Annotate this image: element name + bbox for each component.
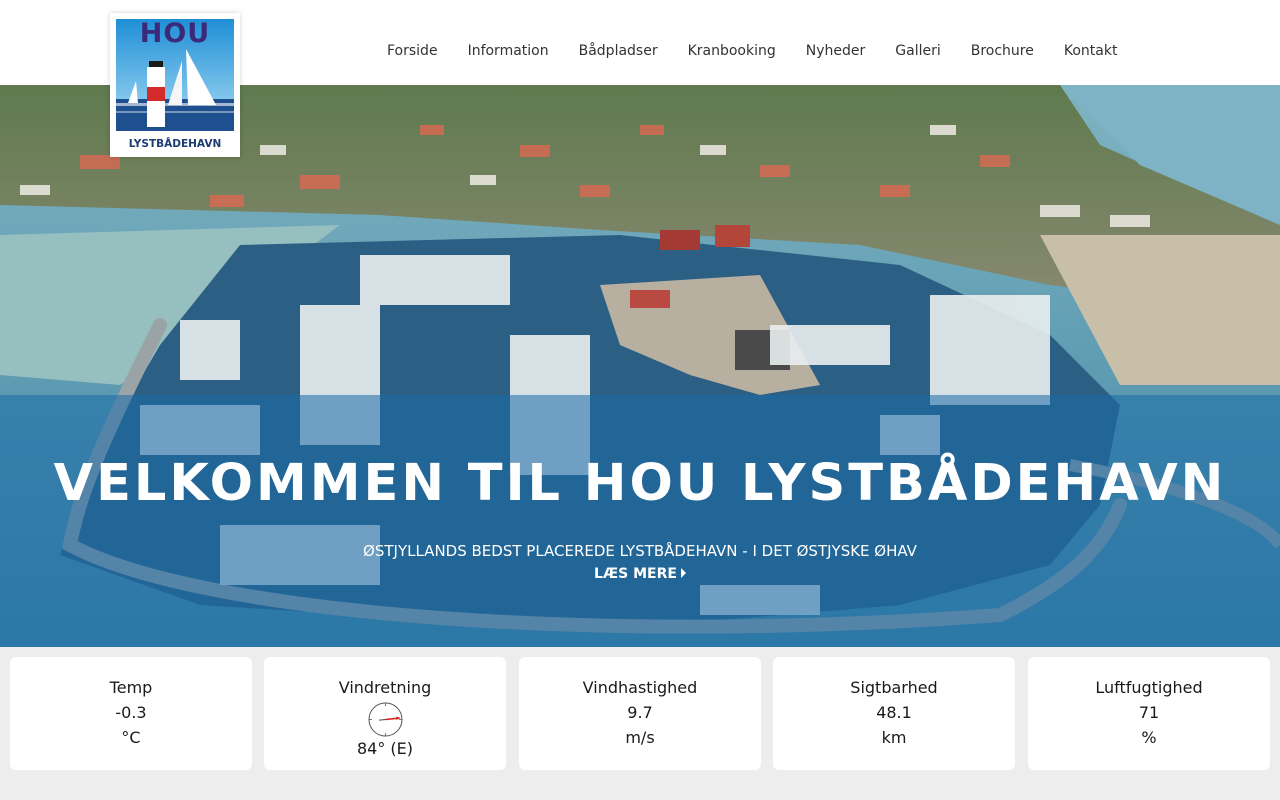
hero-title: VELKOMMEN TIL HOU LYSTBÅDEHAVN <box>53 454 1227 513</box>
wind-speed-value: 9.7 <box>627 703 653 722</box>
nav-item-kranbooking[interactable]: Kranbooking <box>673 41 791 61</box>
read-more-wrap: LÆS MERE <box>0 563 1280 585</box>
site-logo[interactable]: HOU LYSTBÅDEHAVN <box>110 13 240 157</box>
logo-badge: HOU LYSTBÅDEHAVN <box>116 19 234 151</box>
temp-value: -0.3 <box>115 703 147 722</box>
hero-overlay <box>0 395 1280 647</box>
nav-item-information[interactable]: Information <box>453 41 564 61</box>
humidity-value: 71 <box>1138 703 1160 722</box>
hero-subtitle: ØSTJYLLANDS BEDST PLACEREDE LYSTBÅDEHAVN… <box>363 542 917 560</box>
compass-icon <box>368 702 403 737</box>
nav-item-nyheder[interactable]: Nyheder <box>791 41 881 61</box>
weather-card-humidity: Luftfugtighed 71 % <box>1028 657 1270 770</box>
nav-item-kontakt[interactable]: Kontakt <box>1049 41 1133 61</box>
nav-item-brochure[interactable]: Brochure <box>956 41 1049 61</box>
visibility-value: 48.1 <box>876 703 912 722</box>
humidity-unit: % <box>1141 728 1157 747</box>
wind-direction-value: 84° (E) <box>356 739 414 758</box>
logo-word: HOU <box>139 18 211 49</box>
nav-item-forside[interactable]: Forside <box>372 41 453 61</box>
humidity-label: Luftfugtighed <box>1095 678 1203 697</box>
main-nav: Forside Information Bådpladser Kranbooki… <box>372 41 1132 61</box>
weather-card-temp: Temp -0.3 °C <box>10 657 252 770</box>
weather-card-wind-speed: Vindhastighed 9.7 m/s <box>519 657 761 770</box>
temp-unit: °C <box>121 728 141 747</box>
read-more-label: LÆS MERE <box>594 566 677 582</box>
read-more-link[interactable]: LÆS MERE <box>594 566 686 582</box>
hero-banner: VELKOMMEN TIL HOU LYSTBÅDEHAVN ØSTJYLLAN… <box>0 85 1280 647</box>
nav-item-galleri[interactable]: Galleri <box>880 41 955 61</box>
nav-item-badpladser[interactable]: Bådpladser <box>564 41 673 61</box>
wind-speed-unit: m/s <box>625 728 655 747</box>
wind-speed-label: Vindhastighed <box>582 678 698 697</box>
logo-subtitle: LYSTBÅDEHAVN <box>128 138 222 150</box>
visibility-label: Sigtbarhed <box>850 678 938 697</box>
weather-bar: Temp -0.3 °C Vindretning 84° (E) Vindhas… <box>0 647 1280 780</box>
temp-label: Temp <box>109 678 153 697</box>
weather-card-visibility: Sigtbarhed 48.1 km <box>773 657 1015 770</box>
weather-card-wind-direction: Vindretning 84° (E) <box>264 657 506 770</box>
caret-right-icon <box>680 568 686 578</box>
visibility-unit: km <box>881 728 907 747</box>
wind-direction-label: Vindretning <box>338 678 432 697</box>
